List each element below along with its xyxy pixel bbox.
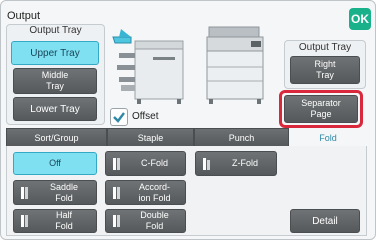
z-fold-button[interactable]: Z-Fold xyxy=(195,151,277,176)
ok-button[interactable]: OK xyxy=(349,8,371,30)
right-output-tray-label: Output Tray xyxy=(298,42,352,53)
output-tray-label: Output Tray xyxy=(29,25,82,36)
tab-sort-group[interactable]: Sort/Group xyxy=(6,128,107,147)
printer-illustration-icon xyxy=(206,26,264,104)
finisher-illustration-icon xyxy=(112,29,184,104)
checkmark-icon xyxy=(113,112,125,123)
offset-checkbox[interactable] xyxy=(110,108,128,126)
c-fold-button[interactable]: C-Fold xyxy=(105,151,186,176)
lower-tray-button[interactable]: Lower Tray xyxy=(13,97,97,121)
accordion-fold-icon xyxy=(106,181,128,204)
offset-label: Offset xyxy=(132,111,159,122)
accordion-fold-button[interactable]: Accord- ion Fold xyxy=(105,180,186,205)
detail-button[interactable]: Detail xyxy=(290,209,360,233)
upper-tray-button[interactable]: Upper Tray xyxy=(11,41,99,65)
saddle-fold-icon xyxy=(14,181,36,204)
z-fold-icon xyxy=(196,152,218,175)
half-fold-icon xyxy=(14,210,36,232)
half-fold-button[interactable]: Half Fold xyxy=(13,209,97,233)
saddle-fold-button[interactable]: Saddle Fold xyxy=(13,180,97,205)
tab-punch[interactable]: Punch xyxy=(194,128,289,147)
double-fold-button[interactable]: Double Fold xyxy=(105,209,186,233)
screen-title: Output xyxy=(7,10,41,22)
separator-page-button[interactable]: Separator Page xyxy=(284,95,358,123)
output-settings-screen: Output OK Output Tray Upper Tray Middle … xyxy=(0,0,376,240)
tab-staple[interactable]: Staple xyxy=(107,128,194,147)
double-fold-icon xyxy=(106,210,128,232)
right-tray-button[interactable]: Right Tray xyxy=(290,56,360,84)
c-fold-icon xyxy=(106,152,128,175)
tab-fold[interactable]: Fold xyxy=(289,128,367,147)
fold-off-button[interactable]: Off xyxy=(13,152,97,175)
middle-tray-button[interactable]: Middle Tray xyxy=(13,68,97,94)
